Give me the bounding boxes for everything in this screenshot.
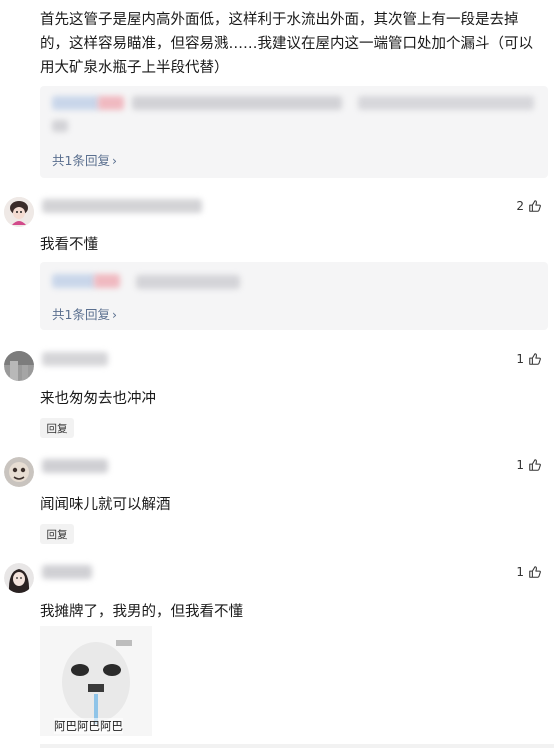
username-blurred[interactable]: [42, 565, 92, 579]
avatar[interactable]: [4, 457, 34, 487]
bottom-divider: [40, 744, 554, 748]
meme-image[interactable]: 阿巴阿巴阿巴: [40, 626, 152, 736]
reply-count-link[interactable]: 共1条回复 ›: [52, 150, 117, 169]
reply-button[interactable]: 回复: [40, 524, 74, 544]
username-blurred[interactable]: [42, 199, 202, 213]
comment-text: 首先这管子是屋内高外面低，这样利于水流出外面，其次管上有一段是去掉的，这样容易瞄…: [40, 12, 533, 76]
reply-preview-blurred: [52, 96, 100, 110]
reply-preview-blurred: [132, 96, 342, 110]
avatar[interactable]: [4, 197, 34, 227]
comment-text: 来也匆匆去也冲冲: [40, 391, 156, 407]
like-count: 2: [516, 199, 524, 213]
reply-button[interactable]: 回复: [40, 418, 74, 438]
reply-preview-blurred: [52, 274, 96, 288]
reply-preview-blurred: [94, 274, 120, 288]
like-button[interactable]: 1: [516, 565, 542, 579]
reply-preview-box[interactable]: 共1条回复 ›: [40, 86, 548, 178]
like-button[interactable]: 2: [516, 199, 542, 213]
like-button[interactable]: 1: [516, 352, 542, 366]
chevron-right-icon: ›: [111, 307, 117, 322]
reply-preview-blurred: [358, 96, 534, 110]
like-count: 1: [516, 352, 524, 366]
reply-preview-blurred: [136, 275, 240, 289]
like-button[interactable]: 1: [516, 458, 542, 472]
username-blurred[interactable]: [42, 459, 108, 473]
avatar[interactable]: [4, 563, 34, 593]
comment-text: 我看不懂: [40, 237, 98, 253]
thumbs-up-icon: [529, 200, 541, 212]
reply-preview-blurred: [52, 120, 68, 132]
username-blurred[interactable]: [42, 352, 108, 366]
meme-caption: 阿巴阿巴阿巴: [54, 718, 123, 734]
reply-count-link[interactable]: 共1条回复 ›: [52, 304, 117, 323]
reply-preview-box[interactable]: 共1条回复 ›: [40, 262, 548, 330]
thumbs-up-icon: [529, 353, 541, 365]
comment-text: 我摊牌了，我男的，但我看不懂: [40, 604, 243, 620]
avatar[interactable]: [4, 351, 34, 381]
chevron-right-icon: ›: [111, 153, 117, 168]
thumbs-up-icon: [529, 566, 541, 578]
like-count: 1: [516, 565, 524, 579]
reply-preview-blurred: [98, 96, 124, 110]
thumbs-up-icon: [529, 459, 541, 471]
comment-text: 闻闻味儿就可以解酒: [40, 497, 171, 513]
like-count: 1: [516, 458, 524, 472]
